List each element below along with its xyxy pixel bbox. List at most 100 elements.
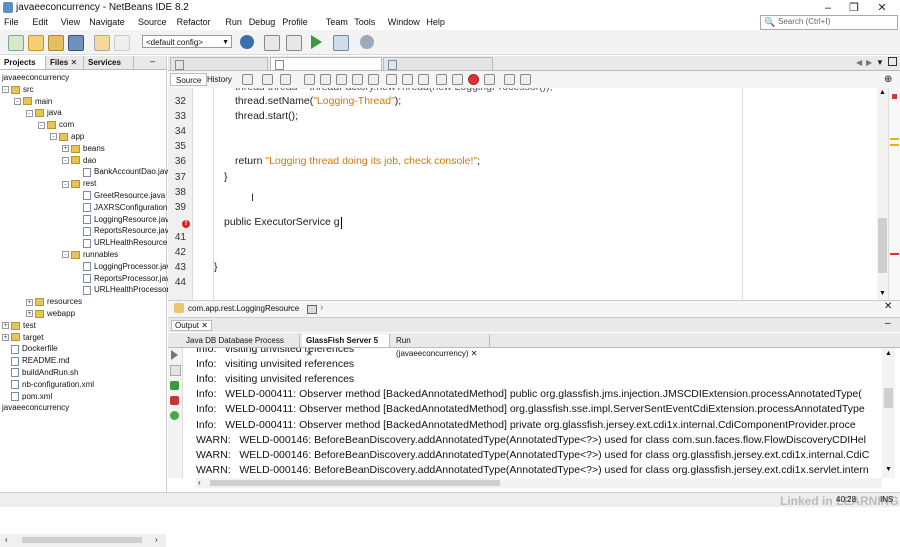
browser-icon[interactable]	[240, 35, 254, 49]
tree-item[interactable]: + target	[2, 332, 43, 344]
close-icon[interactable]: ✕	[868, 1, 896, 15]
tree-item[interactable]: - app	[50, 131, 84, 143]
menu-tools[interactable]: Tools	[354, 17, 375, 27]
build-icon[interactable]	[264, 35, 280, 51]
tree-item[interactable]: javaeeconcurrency	[2, 402, 69, 414]
warning-marker[interactable]	[890, 138, 899, 140]
expand-icon[interactable]: +	[2, 333, 9, 341]
menu-source[interactable]: Source	[138, 17, 167, 27]
minimize-panel-icon[interactable]: –	[150, 56, 155, 66]
profile-icon[interactable]	[360, 35, 374, 49]
menu-view[interactable]: View	[61, 17, 80, 27]
prev-bookmark-icon[interactable]	[386, 74, 397, 85]
next-bookmark-icon[interactable]	[402, 74, 413, 85]
clean-build-icon[interactable]	[286, 35, 302, 51]
tree-item[interactable]: - src	[2, 84, 34, 96]
tab-history[interactable]: History	[202, 73, 237, 86]
menu-profile[interactable]: Profile	[282, 17, 308, 27]
menu-refactor[interactable]: Refactor	[177, 17, 211, 27]
stop-macro-icon[interactable]	[484, 74, 495, 85]
menu-team[interactable]: Team	[326, 17, 348, 27]
back-icon[interactable]	[262, 74, 273, 85]
tree-item[interactable]: GreetResource.java	[83, 190, 165, 202]
scroll-up-icon[interactable]: ▲	[879, 89, 886, 96]
error-icon[interactable]: !	[182, 220, 190, 228]
editor-tab[interactable]: LoggingProcessor.java✕	[383, 57, 493, 82]
menu-edit[interactable]: Edit	[32, 17, 48, 27]
open-project-icon[interactable]	[48, 35, 64, 51]
collapse-icon[interactable]: -	[38, 121, 45, 129]
tree-item[interactable]: javaeeconcurrency	[2, 72, 69, 84]
menu-window[interactable]: Window	[388, 17, 420, 27]
refresh-icon[interactable]	[170, 411, 179, 420]
tree-item[interactable]: Dockerfile	[11, 343, 58, 355]
tree-item[interactable]: - runnables	[62, 249, 118, 261]
scroll-down-icon[interactable]: ▼	[885, 466, 892, 473]
scroll-down-icon[interactable]: ▼	[879, 290, 886, 297]
tab-services[interactable]: Services	[84, 56, 134, 69]
tree-item[interactable]: ReportsResource.java	[83, 225, 173, 237]
record-macro-icon[interactable]	[468, 74, 479, 85]
comment-icon[interactable]	[504, 74, 515, 85]
rerun-icon[interactable]	[171, 350, 178, 360]
collapse-icon[interactable]: -	[50, 133, 57, 141]
collapse-icon[interactable]: -	[62, 156, 69, 164]
close-icon[interactable]: ✕	[884, 301, 892, 312]
expand-icon[interactable]: +	[26, 298, 33, 306]
menu-help[interactable]: Help	[426, 17, 445, 27]
expand-icon[interactable]: +	[2, 322, 9, 330]
scroll-left-icon[interactable]: ‹	[198, 478, 201, 487]
tree-item[interactable]: - java	[26, 107, 62, 119]
menu-file[interactable]: File	[4, 17, 19, 27]
shift-left-icon[interactable]	[436, 74, 447, 85]
tab-projects[interactable]: Projects	[0, 56, 46, 69]
tab-scroll-right-icon[interactable]: ▶	[866, 58, 872, 67]
tree-item[interactable]: nb-configuration.xml	[11, 379, 94, 391]
tree-item[interactable]: README.md	[11, 355, 70, 367]
minimize-icon[interactable]: –	[814, 1, 842, 15]
output-console[interactable]: Info: visiting unvisited references Info:…	[196, 348, 882, 476]
method-icon[interactable]	[307, 305, 317, 314]
menu-run[interactable]: Run	[225, 17, 242, 27]
collapse-icon[interactable]: -	[2, 86, 9, 94]
scroll-up-icon[interactable]: ▲	[885, 350, 892, 357]
scroll-thumb[interactable]	[22, 537, 142, 543]
tab-list-icon[interactable]: ▼	[876, 58, 884, 67]
collapse-icon[interactable]: -	[62, 180, 69, 188]
tree-item[interactable]: - main	[14, 96, 52, 108]
warning-marker[interactable]	[890, 144, 899, 146]
menu-navigate[interactable]: Navigate	[89, 17, 125, 27]
tree-item[interactable]: LoggingResource.java	[83, 214, 174, 226]
shift-right-icon[interactable]	[452, 74, 463, 85]
save-all-icon[interactable]	[68, 35, 84, 51]
tree-item[interactable]: buildAndRun.sh	[11, 367, 78, 379]
tab-scroll-left-icon[interactable]: ◀	[856, 58, 862, 67]
output-tab[interactable]: Java DB Database Process	[182, 334, 300, 347]
new-project-icon[interactable]	[28, 35, 44, 51]
rerun-with-options-icon[interactable]	[170, 365, 181, 376]
maximize-icon[interactable]: ❐	[840, 1, 868, 15]
find-next-icon[interactable]	[336, 74, 347, 85]
collapse-icon[interactable]: -	[62, 251, 69, 259]
stop-icon[interactable]	[170, 396, 179, 405]
error-marker[interactable]	[892, 94, 897, 99]
maximize-editor-icon[interactable]	[888, 57, 897, 66]
minimize-output-icon[interactable]: –	[885, 318, 891, 329]
tree-item[interactable]: + resources	[26, 296, 82, 308]
error-marker[interactable]	[890, 253, 899, 255]
breadcrumb-path[interactable]: com.app.rest.LoggingResource	[188, 304, 299, 313]
scroll-thumb[interactable]	[884, 388, 893, 408]
new-file-icon[interactable]	[8, 35, 24, 51]
expand-icon[interactable]: +	[62, 145, 69, 153]
tab-files[interactable]: Files ✕	[46, 56, 84, 69]
tree-item[interactable]: LoggingProcessor.java	[83, 261, 175, 273]
find-prev-icon[interactable]	[320, 74, 331, 85]
tree-item[interactable]: + test	[2, 320, 36, 332]
code-editor[interactable]: thread thread = threadFactory.newThread(…	[193, 88, 877, 300]
output-horizontal-scrollbar[interactable]: ‹	[196, 478, 882, 488]
resume-icon[interactable]	[170, 381, 179, 390]
toggle-highlight-icon[interactable]	[352, 74, 363, 85]
redo-icon[interactable]	[114, 35, 130, 51]
search-input[interactable]: 🔍 Search (Ctrl+I)	[760, 15, 898, 30]
tree-horizontal-scrollbar[interactable]: ‹ ›	[0, 534, 166, 547]
